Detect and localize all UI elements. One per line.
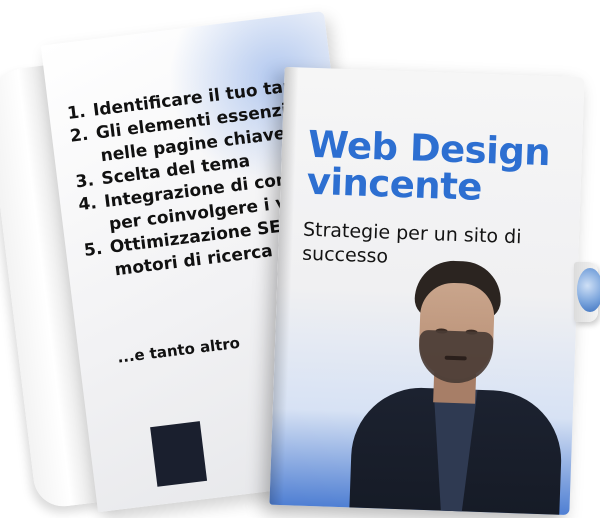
more-content-label: ...e tanto altro xyxy=(116,333,241,367)
author-photo xyxy=(348,258,568,516)
globe-icon xyxy=(577,268,600,312)
author-mouth xyxy=(444,355,467,361)
cover-title: Web Design vincente xyxy=(306,123,551,209)
ebook-mockup: 1. Identificare il tuo target 2. Gli eleme… xyxy=(0,0,600,518)
page-image-block xyxy=(150,421,208,487)
book-cover: Web Design vincente Strategie per un sit… xyxy=(269,66,585,516)
